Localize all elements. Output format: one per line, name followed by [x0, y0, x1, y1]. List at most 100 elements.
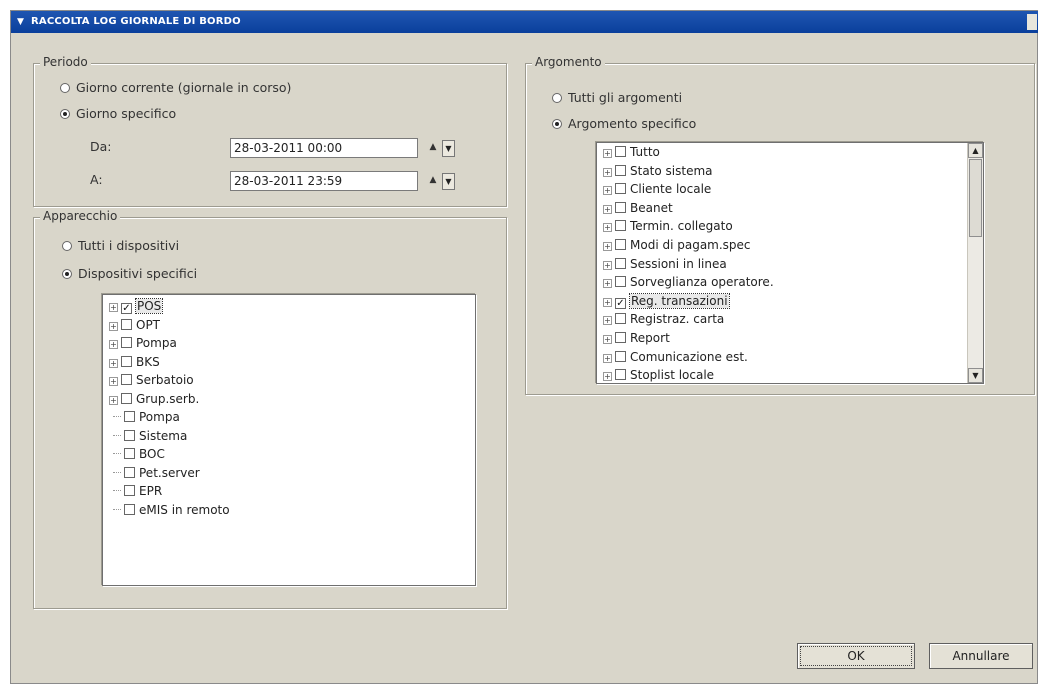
- checkbox-icon[interactable]: [615, 276, 626, 288]
- checkbox-icon[interactable]: [615, 201, 626, 213]
- scroll-thumb[interactable]: [969, 159, 982, 237]
- topic-item-row[interactable]: + Stoplist locale: [603, 366, 714, 383]
- radio-selected-icon[interactable]: [62, 269, 72, 279]
- expand-plus-icon[interactable]: +: [603, 260, 612, 270]
- scroll-down-arrow-icon[interactable]: ▼: [968, 368, 983, 383]
- topic-item-row[interactable]: + Cliente locale: [603, 180, 711, 198]
- checkbox-icon[interactable]: [121, 337, 132, 348]
- expand-plus-icon[interactable]: +: [109, 358, 118, 368]
- cancel-button[interactable]: Annullare: [929, 643, 1033, 669]
- scroll-up-arrow-icon[interactable]: ▲: [968, 143, 983, 158]
- radio-selected-icon[interactable]: [552, 119, 562, 129]
- checkbox-icon[interactable]: [121, 318, 132, 330]
- da-spin-icon[interactable]: ▲: [426, 138, 440, 158]
- radio-selected-icon[interactable]: [60, 109, 70, 119]
- expand-plus-icon[interactable]: +: [603, 204, 612, 214]
- topic-item-row[interactable]: + Modi di pagam.spec: [603, 236, 751, 254]
- checkbox-icon[interactable]: [615, 350, 626, 362]
- topic-item-row[interactable]: + ✓ Reg. transazioni: [603, 292, 730, 310]
- expand-plus-icon[interactable]: +: [603, 279, 612, 289]
- device-item-row[interactable]: eMIS in remoto: [109, 501, 230, 519]
- device-item-row[interactable]: + OPT: [109, 316, 160, 334]
- checkbox-icon[interactable]: [615, 239, 626, 250]
- ok-button[interactable]: OK: [797, 643, 915, 669]
- radio-specific-day[interactable]: Giorno specifico: [60, 106, 176, 121]
- checkbox-icon[interactable]: [124, 429, 135, 441]
- expand-plus-icon[interactable]: +: [603, 167, 612, 177]
- topic-item-row[interactable]: + Stato sistema: [603, 162, 713, 180]
- topic-item-row[interactable]: + Beanet: [603, 199, 673, 217]
- device-item-row[interactable]: Sistema: [109, 427, 187, 445]
- checkbox-icon[interactable]: [124, 485, 135, 496]
- expand-plus-icon[interactable]: +: [109, 303, 118, 312]
- da-dropdown-button[interactable]: ▼: [442, 140, 455, 157]
- radio-circle-icon[interactable]: [552, 93, 562, 103]
- topic-item-row[interactable]: + Report: [603, 329, 670, 347]
- checkbox-icon[interactable]: [615, 369, 626, 381]
- expand-plus-icon[interactable]: +: [603, 242, 612, 251]
- topic-item-row[interactable]: + Termin. collegato: [603, 217, 733, 235]
- topic-scrollbar[interactable]: ▲ ▼: [967, 143, 983, 383]
- topic-item-row[interactable]: + Sorveglianza operatore.: [603, 273, 774, 291]
- device-item-row[interactable]: + Serbatoio: [109, 371, 194, 389]
- radio-all-topics[interactable]: Tutti gli argomenti: [552, 90, 682, 105]
- da-datetime-field[interactable]: 28-03-2011 00:00: [230, 138, 418, 158]
- checkbox-icon[interactable]: [615, 164, 626, 176]
- menu-triangle-icon[interactable]: ▼: [17, 11, 24, 33]
- topic-item-row[interactable]: + Registraz. carta: [603, 310, 724, 328]
- radio-current-day[interactable]: Giorno corrente (giornale in corso): [60, 80, 291, 95]
- device-item-row[interactable]: + Grup.serb.: [109, 390, 199, 408]
- title-bar[interactable]: ▼ RACCOLTA LOG GIORNALE DI BORDO: [11, 11, 1038, 33]
- expand-plus-icon[interactable]: +: [109, 395, 118, 405]
- device-item-row[interactable]: Pompa: [109, 408, 180, 426]
- checkbox-icon[interactable]: [615, 146, 626, 157]
- checkbox-icon[interactable]: [615, 257, 626, 269]
- radio-circle-icon[interactable]: [62, 241, 72, 251]
- expand-plus-icon[interactable]: +: [603, 149, 612, 158]
- topic-item-row[interactable]: + Comunicazione est.: [603, 348, 748, 366]
- tree-connector-icon: [113, 434, 121, 436]
- checkbox-icon[interactable]: [121, 355, 132, 367]
- device-item-row[interactable]: + ✓ POS: [109, 297, 164, 315]
- checkbox-icon[interactable]: [121, 392, 132, 404]
- checkbox-icon[interactable]: [615, 183, 626, 195]
- checkbox-checked-icon[interactable]: ✓: [615, 297, 626, 309]
- checkbox-icon[interactable]: [124, 503, 135, 515]
- expand-plus-icon[interactable]: +: [109, 377, 118, 386]
- a-spin-icon[interactable]: ▲: [426, 171, 440, 191]
- expand-plus-icon[interactable]: +: [603, 372, 612, 382]
- checkbox-icon[interactable]: [124, 448, 135, 459]
- radio-specific-topic[interactable]: Argomento specifico: [552, 116, 696, 131]
- radio-circle-icon[interactable]: [60, 83, 70, 93]
- expand-plus-icon[interactable]: +: [603, 223, 612, 233]
- checkbox-icon[interactable]: [615, 332, 626, 343]
- device-item-row[interactable]: + BKS: [109, 353, 160, 371]
- topic-item-row[interactable]: + Sessioni in linea: [603, 255, 727, 273]
- checkbox-icon[interactable]: [124, 411, 135, 422]
- expand-plus-icon[interactable]: +: [603, 297, 612, 307]
- checkbox-icon[interactable]: [615, 220, 626, 232]
- device-item-row[interactable]: BOC: [109, 445, 165, 463]
- periodo-legend: Periodo: [40, 55, 91, 69]
- checkbox-icon[interactable]: [121, 374, 132, 385]
- device-item-label: EPR: [139, 484, 163, 498]
- checkbox-icon[interactable]: [615, 313, 626, 325]
- expand-plus-icon[interactable]: +: [603, 186, 612, 196]
- expand-plus-icon[interactable]: +: [603, 335, 612, 344]
- device-item-row[interactable]: + Pompa: [109, 334, 177, 352]
- expand-plus-icon[interactable]: +: [603, 316, 612, 326]
- topic-tree[interactable]: + Tutto + Stato sistema + Cliente locale + Bean…: [596, 142, 984, 384]
- expand-plus-icon[interactable]: +: [109, 321, 118, 331]
- checkbox-icon[interactable]: [124, 466, 135, 478]
- expand-plus-icon[interactable]: +: [603, 353, 612, 363]
- device-item-row[interactable]: Pet.server: [109, 464, 200, 482]
- topic-item-row[interactable]: + Tutto: [603, 143, 660, 161]
- a-dropdown-button[interactable]: ▼: [442, 173, 455, 190]
- device-tree[interactable]: + ✓ POS + OPT + Pompa + BKS + Serbatoio + Grup.serb.…: [102, 294, 476, 586]
- expand-plus-icon[interactable]: +: [109, 340, 118, 349]
- checkbox-checked-icon[interactable]: ✓: [121, 303, 132, 314]
- radio-all-devices[interactable]: Tutti i dispositivi: [62, 238, 179, 253]
- device-item-row[interactable]: EPR: [109, 482, 162, 500]
- a-datetime-field[interactable]: 28-03-2011 23:59: [230, 171, 418, 191]
- radio-specific-devices[interactable]: Dispositivi specifici: [62, 266, 197, 281]
